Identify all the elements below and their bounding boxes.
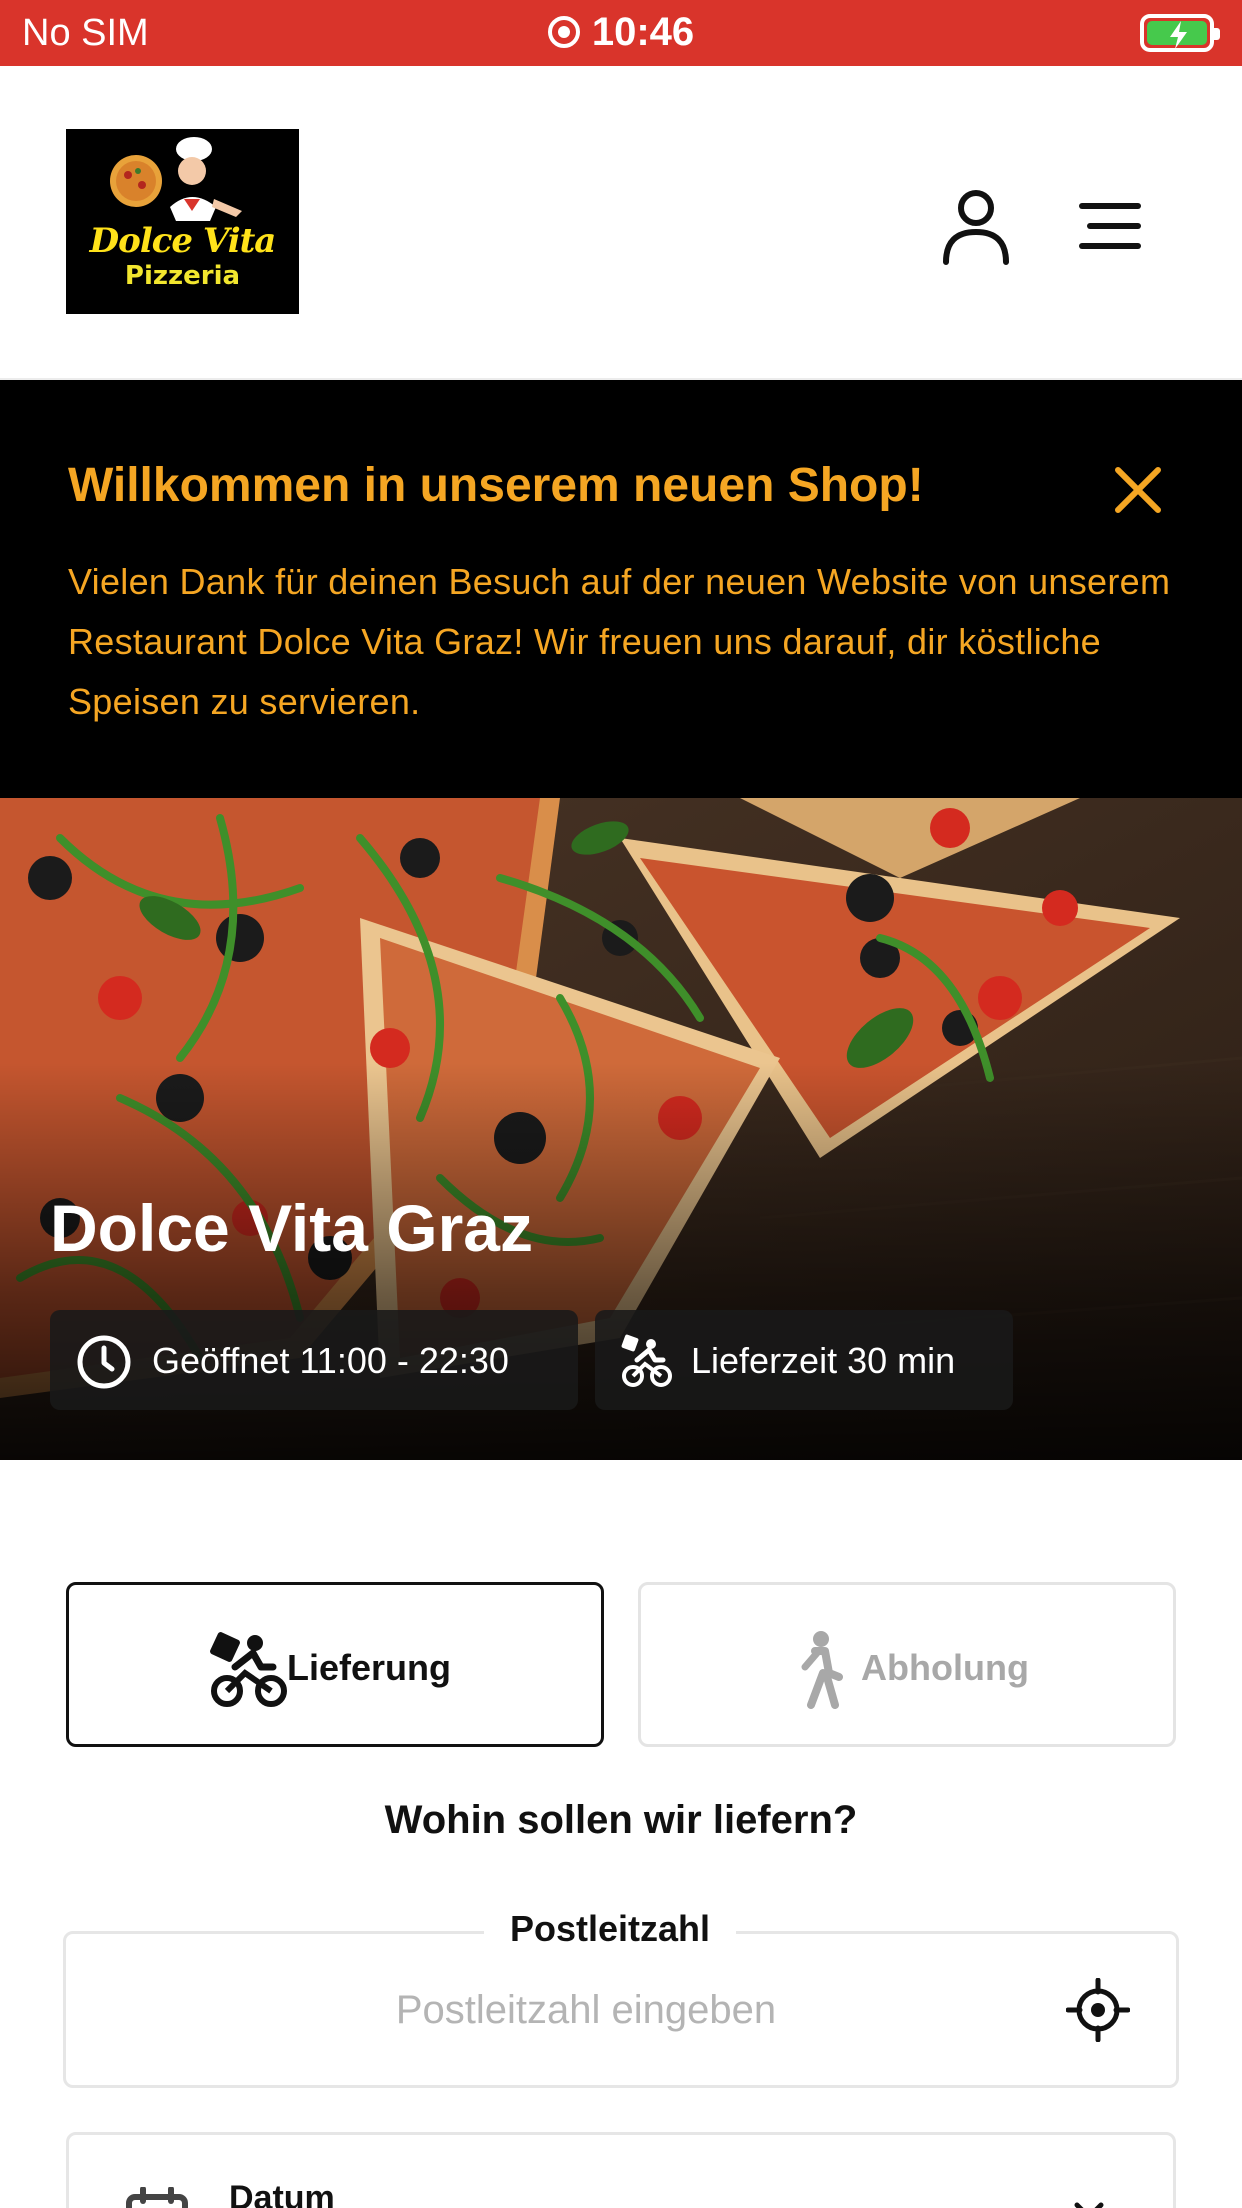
delivery-option-label: Lieferung — [287, 1647, 452, 1688]
status-time: 10:46 — [0, 10, 1242, 55]
walking-icon — [801, 1631, 843, 1709]
chevron-down-icon — [1074, 2202, 1104, 2208]
menu-button[interactable] — [1076, 196, 1144, 256]
date-selector[interactable]: Datum — [66, 2132, 1176, 2208]
logo-subtitle: Pizzeria — [124, 261, 241, 291]
delivery-time-text: Lieferzeit 30 min — [691, 1340, 956, 1381]
user-account-button[interactable] — [940, 186, 1012, 266]
calendar-icon — [126, 2187, 188, 2208]
locate-icon — [1065, 1977, 1131, 2043]
zip-field — [63, 1931, 1179, 2088]
status-bar: No SIM 10:46 — [0, 0, 1242, 66]
opening-hours-text: Geöffnet 11:00 - 22:30 — [152, 1340, 509, 1381]
time-label: 10:46 — [591, 10, 695, 54]
pickup-option-button[interactable]: Abholung — [638, 1582, 1176, 1747]
locate-button[interactable] — [1065, 1977, 1131, 2043]
zip-input[interactable] — [86, 1980, 1086, 2040]
menu-icon — [1079, 203, 1141, 249]
pickup-option-label: Abholung — [861, 1647, 1029, 1688]
user-icon — [943, 190, 1009, 265]
delivery-question: Wohin sollen wir liefern? — [384, 1798, 858, 1842]
zip-label: Postleitzahl — [484, 1908, 737, 1950]
recording-icon — [547, 16, 580, 48]
clock-icon — [77, 1335, 131, 1389]
delivery-bike-icon — [210, 1632, 287, 1707]
delivery-option-button[interactable]: Lieferung — [66, 1582, 604, 1747]
site-header: Dolce Vita Pizzeria — [0, 66, 1242, 380]
hero-section: Dolce Vita Graz Geöffnet 11:00 - 22:30 L… — [0, 798, 1242, 1460]
delivery-bike-icon — [621, 1334, 672, 1387]
opening-hours-badge: Geöffnet 11:00 - 22:30 — [50, 1310, 578, 1410]
close-icon — [1115, 467, 1161, 513]
banner-text: Vielen Dank für deinen Besuch auf der ne… — [68, 561, 1171, 722]
battery-charging-icon — [1140, 14, 1220, 52]
logo-title: Dolce Vita — [89, 221, 277, 261]
logo[interactable]: Dolce Vita Pizzeria — [66, 129, 299, 314]
banner-close-button[interactable] — [1110, 462, 1166, 518]
delivery-time-badge: Lieferzeit 30 min — [595, 1310, 1013, 1410]
date-label: Datum — [229, 2179, 335, 2208]
banner-title: Willkommen in unserem neuen Shop! — [68, 459, 924, 512]
restaurant-name: Dolce Vita Graz — [50, 1191, 533, 1265]
welcome-banner: Willkommen in unserem neuen Shop! Vielen… — [0, 380, 1242, 798]
